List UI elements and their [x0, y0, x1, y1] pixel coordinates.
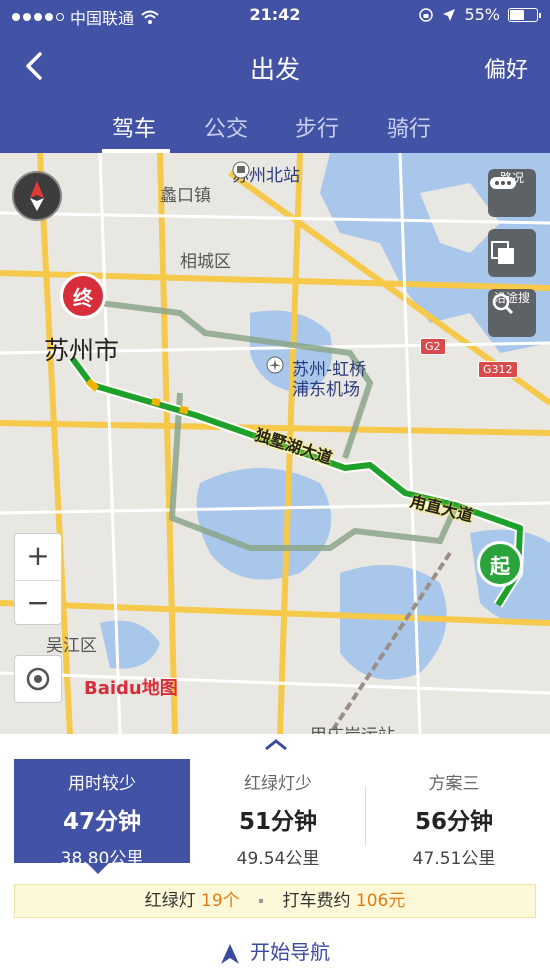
tab-walking[interactable]: 步行: [295, 111, 339, 143]
highway-shield-g2: G2: [420, 338, 446, 355]
header: 出发 偏好 驾车 公交 步行 骑行: [0, 30, 550, 153]
plan-tag: 用时较少: [68, 774, 136, 794]
status-bar: 中国联通 21:42 55%: [0, 0, 550, 30]
route-panel: 用时较少 47分钟 38.80公里 红绿灯少 51分钟 49.54公里 方案三 …: [0, 734, 550, 979]
layers-button[interactable]: [488, 229, 536, 277]
map-label-lukou: 蠡口镇: [160, 186, 211, 206]
start-navigation-button[interactable]: 开始导航: [0, 936, 550, 965]
crosshair-icon: [26, 667, 50, 691]
map-label-wujiang: 吴江区: [46, 636, 97, 656]
route-plan-3[interactable]: 方案三 56分钟 47.51公里: [366, 759, 542, 869]
tab-cycling[interactable]: 骑行: [387, 111, 431, 143]
plan-distance: 49.54公里: [236, 849, 320, 869]
search-icon: [492, 293, 514, 314]
route-info-bar: 红绿灯 19个 打车费约 106元: [14, 884, 536, 918]
zoom-out-button[interactable]: −: [15, 580, 61, 626]
layers-icon: [491, 241, 514, 264]
traffic-lights-label: 红绿灯: [144, 891, 196, 911]
compass-button[interactable]: [12, 171, 62, 221]
start-navigation-label: 开始导航: [250, 940, 331, 964]
plan-time: 47分钟: [62, 809, 141, 835]
zoom-control: + −: [14, 533, 62, 625]
baidu-map-logo: Baidu地图: [84, 678, 178, 699]
traffic-icon: [490, 177, 516, 189]
battery-icon: [508, 7, 541, 22]
plan-time: 56分钟: [414, 809, 493, 835]
chevron-up-icon[interactable]: [263, 738, 289, 752]
route-plan-1[interactable]: 用时较少 47分钟 38.80公里: [14, 759, 190, 869]
taxi-fare-value: 106元: [355, 891, 406, 911]
locate-button[interactable]: [14, 655, 62, 703]
airport-icon: [266, 356, 284, 374]
search-along-button[interactable]: 沿途搜: [488, 289, 536, 337]
traffic-button[interactable]: 路况: [488, 169, 536, 217]
map-label-xiangcheng: 相城区: [180, 252, 231, 272]
selected-plan-pointer: [87, 863, 109, 874]
destination-pin[interactable]: 终: [60, 273, 106, 319]
navigation-arrow-icon: [220, 943, 239, 964]
plan-tag: 方案三: [428, 774, 480, 794]
location-arrow-icon: [443, 8, 456, 21]
plan-time: 51分钟: [238, 809, 317, 835]
traffic-lights-count: 19个: [201, 891, 240, 911]
map-label-suzhou-city: 苏州市: [44, 336, 120, 365]
battery-percent: 55%: [464, 5, 500, 24]
page-title: 出发: [249, 55, 300, 84]
zoom-in-button[interactable]: +: [15, 534, 61, 580]
preference-button[interactable]: 偏好: [484, 52, 528, 84]
map-view[interactable]: 苏州北站 蠡口镇 相城区 苏州市 苏州-虹桥 浦东机场 吴江区 甲庄岸运站 G2…: [0, 153, 550, 734]
highway-shield-g312: G312: [478, 361, 518, 378]
origin-pin[interactable]: 起: [477, 541, 523, 587]
transport-tabs: 驾车 公交 步行 骑行: [0, 105, 550, 153]
map-label-airport-2: 浦东机场: [292, 380, 360, 400]
map-label-bottom: 甲庄岸运站: [310, 721, 395, 734]
rotation-lock-icon: [419, 7, 434, 22]
taxi-fare-label: 打车费约: [282, 891, 351, 911]
plan-tag: 红绿灯少: [244, 774, 312, 794]
compass-icon: [30, 181, 44, 211]
route-plan-2[interactable]: 红绿灯少 51分钟 49.54公里: [190, 759, 366, 869]
plan-distance: 47.51公里: [412, 849, 496, 869]
tab-transit[interactable]: 公交: [204, 111, 248, 143]
tab-driving[interactable]: 驾车: [112, 111, 156, 143]
train-station-icon: [232, 161, 250, 179]
